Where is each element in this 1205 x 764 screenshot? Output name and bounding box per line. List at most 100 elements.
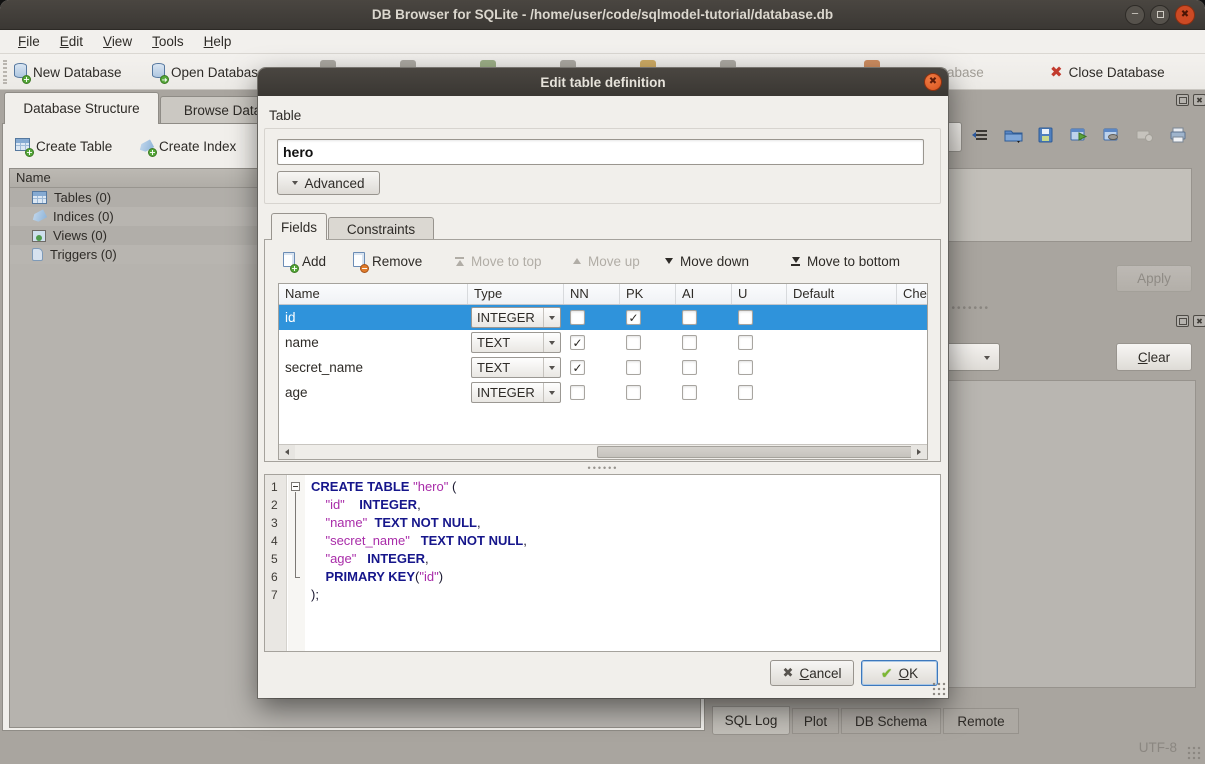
close-database-button[interactable]: ✖Close Database [1050,60,1165,84]
column-header-u[interactable]: U [732,284,787,304]
ai-checkbox[interactable] [682,310,697,325]
add-button[interactable]: +Add [283,248,326,274]
remove-button[interactable]: −Remove [353,248,422,274]
pk-checkbox[interactable] [626,335,641,350]
print-icon[interactable] [1166,122,1190,148]
dock-close-icon[interactable] [1193,315,1205,327]
tab-constraints[interactable]: Constraints [328,217,434,240]
ai-checkbox[interactable] [682,385,697,400]
advanced-button[interactable]: Advanced [277,171,380,195]
field-row-secret_name[interactable]: secret_nameTEXT [279,355,927,380]
column-header-nn[interactable]: NN [564,284,620,304]
dock-restore-icon[interactable] [1176,315,1189,327]
ok-button[interactable]: ✔ OK [861,660,938,686]
toolbar-drag-handle[interactable] [3,60,7,84]
log-filter-combobox[interactable] [948,343,1000,371]
u-checkbox[interactable] [738,335,753,350]
u-checkbox[interactable] [738,360,753,375]
sql-token: "secret_name" [325,533,409,548]
cancel-button[interactable]: ✖ Cancel [770,660,854,686]
field-ai-cell [676,305,732,330]
word-wrap-icon[interactable] [968,122,992,148]
pk-checkbox[interactable] [626,310,641,325]
column-header-check[interactable]: Check [897,284,928,304]
sql-preview-editor[interactable]: 1CREATE TABLE "hero" (2 "id" INTEGER,3 "… [264,474,941,652]
bottom-tab-remote[interactable]: Remote [943,708,1019,734]
type-combobox[interactable]: TEXT [471,332,561,353]
create-table-button[interactable]: + Create Table [15,134,112,158]
field-row-age[interactable]: ageINTEGER [279,380,927,405]
fold-collapse-icon[interactable] [291,482,300,491]
table-name-input[interactable] [277,139,924,165]
export-file-icon[interactable] [1034,122,1058,148]
partial-toolbar-button[interactable] [946,122,962,152]
fold-marker [288,550,305,568]
close-icon[interactable]: ✖ [1175,5,1195,25]
window-title: DB Browser for SQLite - /home/user/code/… [372,7,833,22]
column-header-name[interactable]: Name [279,284,468,304]
column-header-ai[interactable]: AI [676,284,732,304]
sql-line: 5 "age" INTEGER, [265,550,940,568]
field-default-cell [787,380,897,405]
import-file-icon[interactable] [1001,122,1025,148]
scroll-right-icon[interactable] [911,445,927,459]
dialog-resize-grip[interactable] [932,682,946,696]
minimize-icon[interactable]: ─ [1125,5,1145,25]
move-bottom-button[interactable]: Move to bottom [791,248,900,274]
cell-editor-textarea[interactable] [948,168,1192,242]
horizontal-scrollbar[interactable] [279,444,927,459]
dialog-close-icon[interactable]: ✖ [924,73,942,91]
column-header-default[interactable]: Default [787,284,897,304]
column-header-type[interactable]: Type [468,284,564,304]
dialog-splitter-handle[interactable]: •••••• [258,464,948,472]
nn-checkbox[interactable] [570,310,585,325]
field-u-cell [732,330,787,355]
pk-checkbox[interactable] [626,360,641,375]
bottom-tab-plot[interactable]: Plot [792,708,839,734]
window-resize-grip[interactable] [1187,746,1201,760]
nn-checkbox[interactable] [570,360,585,375]
tab-fields[interactable]: Fields [271,213,327,240]
pk-checkbox[interactable] [626,385,641,400]
clear-button[interactable]: Clear [1116,343,1192,371]
bottom-tab-sql-log[interactable]: SQL Log [712,706,790,735]
menu-file[interactable]: File [8,32,50,51]
dock-restore-icon[interactable] [1176,94,1189,106]
move-top-label: Move to top [471,254,542,269]
ai-checkbox[interactable] [682,335,697,350]
fold-marker[interactable] [288,478,305,496]
type-combobox[interactable]: INTEGER [471,382,561,403]
u-checkbox[interactable] [738,310,753,325]
sql-token: INTEGER [359,497,417,512]
open-in-window-icon[interactable] [1067,122,1091,148]
scroll-left-icon[interactable] [279,445,295,459]
create-index-button[interactable]: + Create Index [139,134,236,158]
tab-database-structure[interactable]: Database Structure [4,92,159,124]
nn-checkbox[interactable] [570,385,585,400]
menu-tools[interactable]: Tools [142,32,194,51]
ai-checkbox[interactable] [682,360,697,375]
new-database-button[interactable]: +New Database [14,60,122,84]
bottom-tab-db-schema[interactable]: DB Schema [841,708,941,734]
type-combobox[interactable]: TEXT [471,357,561,378]
field-row-name[interactable]: nameTEXT [279,330,927,355]
type-combobox[interactable]: INTEGER [471,307,561,328]
dialog-titlebar[interactable]: Edit table definition [258,68,948,96]
sql-log-area[interactable] [948,380,1196,688]
dock-splitter-handle[interactable]: •••••••• [946,303,990,314]
maximize-icon[interactable] [1150,5,1170,25]
move-up-button: Move up [573,248,640,274]
field-nn-cell [564,305,620,330]
menu-help[interactable]: Help [194,32,242,51]
field-row-id[interactable]: idINTEGER [279,305,927,330]
set-null-icon[interactable] [1133,122,1157,148]
nn-checkbox[interactable] [570,335,585,350]
dock-close-icon[interactable] [1193,94,1205,106]
u-checkbox[interactable] [738,385,753,400]
link-cell-icon[interactable] [1100,122,1124,148]
scrollbar-thumb[interactable] [597,446,913,458]
move-down-button[interactable]: Move down [665,248,749,274]
menu-edit[interactable]: Edit [50,32,93,51]
column-header-pk[interactable]: PK [620,284,676,304]
menu-view[interactable]: View [93,32,142,51]
